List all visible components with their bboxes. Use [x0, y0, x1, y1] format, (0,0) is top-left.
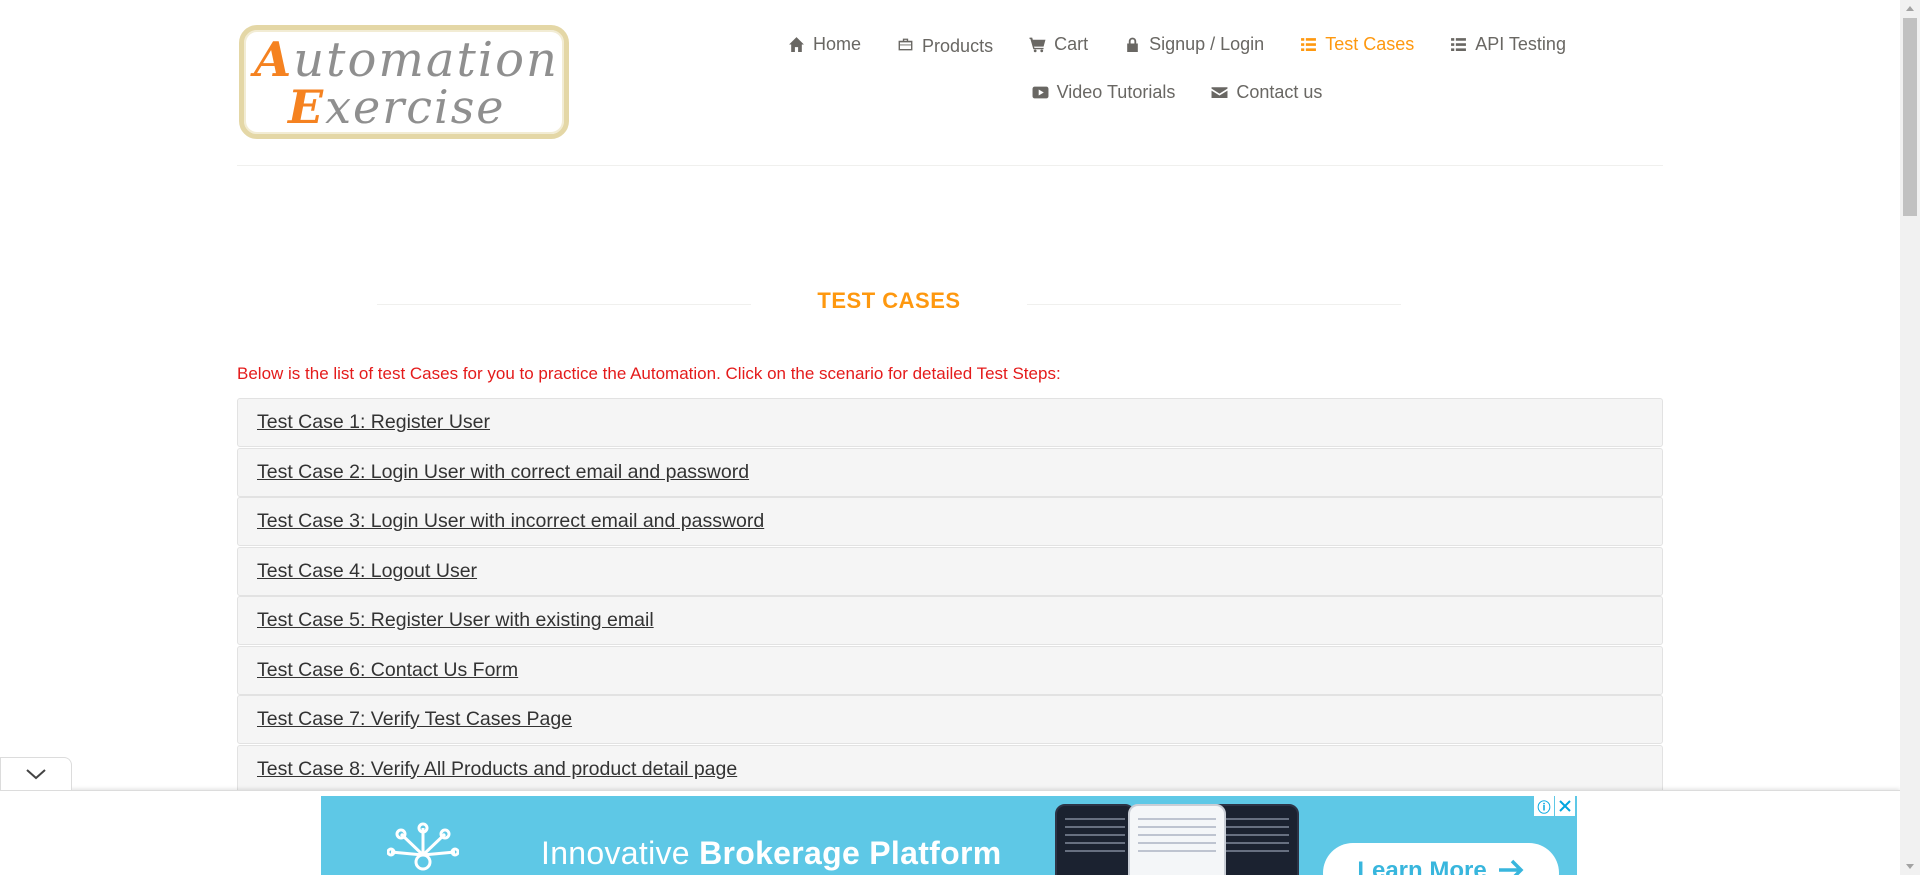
test-case-item: Test Case 1: Register User [237, 398, 1663, 447]
test-case-item: Test Case 2: Login User with correct ema… [237, 447, 1663, 497]
learn-more-button[interactable]: Learn More [1323, 843, 1559, 875]
test-case-item: Test Case 4: Logout User [237, 546, 1663, 596]
youtube-icon [1032, 86, 1049, 98]
nav-contact-us[interactable]: Contact us [1211, 80, 1322, 104]
site-logo[interactable]: Automation Exercise [239, 25, 569, 139]
section-title-wrap: TEST CASES [377, 286, 1401, 318]
scroll-up-arrow[interactable] [1900, 0, 1920, 17]
list-icon [1451, 37, 1467, 51]
nav-cart[interactable]: Cart [1029, 32, 1088, 56]
network-logo-icon [387, 822, 459, 871]
vertical-scrollbar[interactable] [1900, 0, 1920, 875]
test-case-link-1[interactable]: Test Case 1: Register User [257, 411, 490, 434]
lock-icon [1127, 37, 1138, 52]
ad-collapse-button[interactable] [0, 757, 72, 790]
nav-api-testing[interactable]: API Testing [1450, 32, 1566, 56]
scroll-down-arrow[interactable] [1900, 858, 1920, 875]
title-divider-right [1027, 304, 1401, 305]
briefcase-icon [898, 38, 913, 50]
main-nav: Home Products Cart Signup / Login Test C… [727, 32, 1627, 104]
test-case-item: Test Case 6: Contact Us Form [237, 645, 1663, 695]
test-case-item: Test Case 5: Register User with existing… [237, 596, 1663, 645]
nav-products[interactable]: Products [897, 32, 993, 56]
list-icon [1301, 37, 1317, 51]
nav-home[interactable]: Home [788, 32, 861, 56]
test-case-link-8[interactable]: Test Case 8: Verify All Products and pro… [257, 758, 737, 781]
page-title: TEST CASES [817, 288, 961, 313]
test-case-link-5[interactable]: Test Case 5: Register User with existing… [257, 609, 654, 632]
test-case-item: Test Case 8: Verify All Products and pro… [237, 744, 1663, 794]
home-icon [789, 36, 804, 52]
ad-info-icon[interactable]: ⓘ [1534, 796, 1554, 816]
chevron-down-icon [26, 769, 46, 780]
test-case-item: Test Case 7: Verify Test Cases Page [237, 695, 1663, 744]
nav-signup-login[interactable]: Signup / Login [1124, 32, 1264, 56]
test-case-list: Test Case 1: Register User Test Case 2: … [237, 398, 1663, 794]
test-case-link-4[interactable]: Test Case 4: Logout User [257, 560, 477, 583]
envelope-icon [1211, 86, 1228, 98]
close-icon [1559, 800, 1571, 812]
ad-close-button[interactable] [1555, 796, 1575, 816]
site-header: Automation Exercise Home Products Cart S… [237, 0, 1663, 166]
nav-test-cases[interactable]: Test Cases [1300, 32, 1414, 56]
test-case-item: Test Case 3: Login User with incorrect e… [237, 497, 1663, 546]
arrow-right-icon [1498, 859, 1524, 875]
test-case-link-7[interactable]: Test Case 7: Verify Test Cases Page [257, 708, 572, 731]
phone-mockup-icon [1128, 804, 1226, 875]
ad-banner[interactable]: Innovative Brokerage Platform Learn More [321, 796, 1577, 875]
cart-icon [1029, 37, 1046, 52]
intro-text: Below is the list of test Cases for you … [237, 364, 1061, 383]
nav-video-tutorials[interactable]: Video Tutorials [1032, 80, 1175, 104]
logo-line-2: Exercise [288, 80, 506, 134]
phone-mockup-icon [1055, 804, 1135, 875]
test-case-link-2[interactable]: Test Case 2: Login User with correct ema… [257, 461, 749, 484]
ad-headline: Innovative Brokerage Platform [541, 835, 1002, 871]
test-case-link-3[interactable]: Test Case 3: Login User with incorrect e… [257, 510, 764, 533]
test-case-link-6[interactable]: Test Case 6: Contact Us Form [257, 659, 518, 682]
scrollbar-thumb[interactable] [1903, 18, 1917, 216]
